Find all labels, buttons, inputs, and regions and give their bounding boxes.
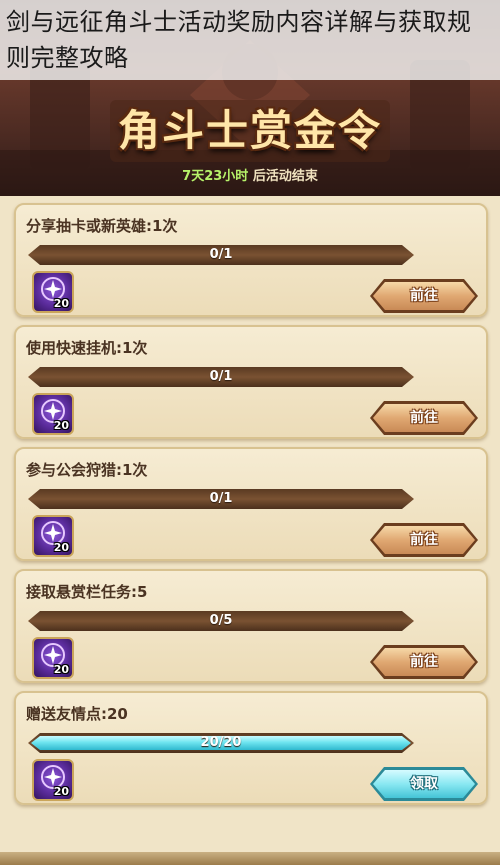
task-progress-bar: 20/20 [28,733,414,753]
task-card: 接取悬赏栏任务:5 0/5 20 前往 [14,569,488,683]
go-button-label: 前往 [410,410,438,426]
task-progress-bar: 0/1 [28,245,414,265]
task-title: 使用快速挂机:1次 [26,339,148,357]
page-title: 剑与远征角斗士活动奖励内容详解与获取规则完整攻略 [0,0,500,80]
countdown-suffix: 后活动结束 [248,169,318,184]
countdown-time: 7天23小时 [182,169,249,184]
task-list[interactable]: 分享抽卡或新英雄:1次 0/1 20 前往 使用快速挂机:1次 0/1 20 前… [0,196,500,865]
reward-count: 20 [53,297,69,310]
claim-button-label: 领取 [410,776,438,792]
bottom-border [0,852,500,865]
reward-count: 20 [53,419,69,432]
task-title: 赠送友情点:20 [26,705,128,723]
task-progress-bar: 0/1 [28,367,414,387]
go-button-label: 前往 [410,532,438,548]
reward-item[interactable]: 20 [32,759,74,801]
go-button[interactable]: 前往 [370,279,478,313]
go-button-label: 前往 [410,288,438,304]
go-button[interactable]: 前往 [370,523,478,557]
event-title: 角斗士赏金令 [117,106,382,155]
reward-item[interactable]: 20 [32,515,74,557]
task-card: 参与公会狩猎:1次 0/1 20 前往 [14,447,488,561]
task-title: 接取悬赏栏任务:5 [26,583,148,601]
reward-count: 20 [53,785,69,798]
reward-count: 20 [53,541,69,554]
task-progress-bar: 0/5 [28,611,414,631]
reward-item[interactable]: 20 [32,393,74,435]
go-button[interactable]: 前往 [370,401,478,435]
task-title: 分享抽卡或新英雄:1次 [26,217,178,235]
go-button[interactable]: 前往 [370,645,478,679]
reward-count: 20 [53,663,69,676]
progress-text: 0/5 [209,613,233,628]
task-title: 参与公会狩猎:1次 [26,461,148,479]
progress-text: 0/1 [209,247,233,262]
task-card: 分享抽卡或新英雄:1次 0/1 20 前往 [14,203,488,317]
event-countdown: 7天23小时 后活动结束 [0,165,500,184]
reward-item[interactable]: 20 [32,271,74,313]
task-card: 使用快速挂机:1次 0/1 20 前往 [14,325,488,439]
reward-item[interactable]: 20 [32,637,74,679]
task-card: 赠送友情点:20 20/20 20 领取 [14,691,488,805]
claim-button[interactable]: 领取 [370,767,478,801]
task-progress-bar: 0/1 [28,489,414,509]
go-button-label: 前往 [410,654,438,670]
progress-text: 20/20 [200,735,242,750]
progress-text: 0/1 [209,491,233,506]
progress-text: 0/1 [209,369,233,384]
event-banner: 剑与远征角斗士活动奖励内容详解与获取规则完整攻略 角斗士赏金令 7天23小时 后… [0,0,500,196]
